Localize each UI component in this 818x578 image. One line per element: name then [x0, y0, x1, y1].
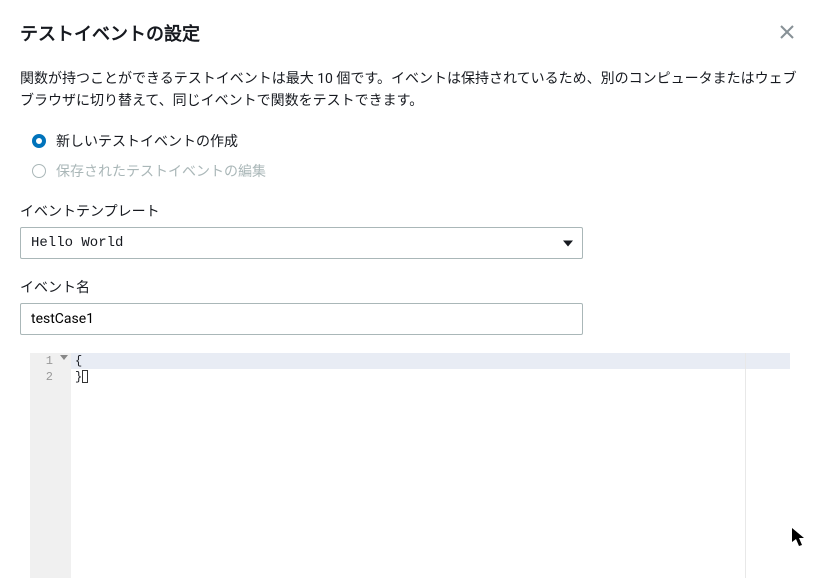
event-template-select[interactable]: Hello World [20, 227, 583, 259]
event-template-value: Hello World [20, 227, 583, 259]
event-template-label: イベントテンプレート [20, 201, 798, 221]
event-template-field: イベントテンプレート Hello World [20, 201, 798, 259]
event-name-field: イベント名 [20, 277, 798, 335]
line-number: 2 [46, 370, 53, 384]
radio-edit-label: 保存されたテストイベントの編集 [56, 161, 266, 181]
dialog-title: テストイベントの設定 [20, 20, 200, 46]
event-name-input[interactable] [20, 303, 583, 335]
editor-gutter: 1 2 [30, 353, 71, 578]
radio-edit-saved[interactable]: 保存されたテストイベントの編集 [32, 161, 798, 181]
editor-code-area[interactable]: { } [71, 353, 790, 578]
gutter-line: 1 [30, 353, 71, 369]
code-line: { [71, 353, 790, 369]
editor-print-margin [745, 353, 746, 578]
code-line: } [71, 369, 790, 385]
radio-create-label: 新しいテストイベントの作成 [56, 131, 238, 151]
code-text: } [75, 370, 82, 384]
editor-cursor [82, 370, 88, 383]
configure-test-event-dialog: テストイベントの設定 関数が持つことができるテストイベントは最大 10 個です。… [0, 0, 818, 578]
event-mode-radio-group: 新しいテストイベントの作成 保存されたテストイベントの編集 [20, 131, 798, 181]
close-icon [780, 25, 794, 39]
radio-selected-icon [32, 134, 46, 148]
json-editor[interactable]: 1 2 { } [30, 353, 790, 578]
fold-arrow-icon[interactable] [60, 355, 68, 360]
event-name-label: イベント名 [20, 277, 798, 297]
close-button[interactable] [776, 20, 798, 46]
dialog-header: テストイベントの設定 [20, 20, 798, 46]
gutter-line: 2 [30, 369, 71, 385]
radio-create-new[interactable]: 新しいテストイベントの作成 [32, 131, 798, 151]
line-number: 1 [46, 354, 53, 368]
radio-unselected-icon [32, 164, 46, 178]
dialog-description: 関数が持つことができるテストイベントは最大 10 個です。イベントは保持されてい… [20, 68, 798, 113]
